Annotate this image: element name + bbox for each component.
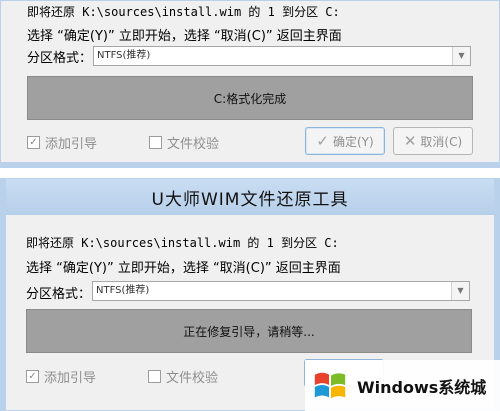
add-boot-checkbox[interactable]: ✓ 添加引导 bbox=[27, 133, 97, 152]
dropdown-arrow-icon[interactable]: ▼ bbox=[451, 282, 469, 300]
add-boot-checkbox[interactable]: ✓ 添加引导 bbox=[26, 367, 96, 386]
checkmark-icon: ✓ bbox=[27, 136, 40, 149]
cancel-button[interactable]: ✕ 取消(C) bbox=[393, 127, 473, 155]
checkmark-icon: ✓ bbox=[26, 370, 39, 383]
window-title: U大师WIM文件还原工具 bbox=[151, 189, 349, 210]
empty-checkbox-icon bbox=[149, 136, 162, 149]
checkmark-icon: ✓ bbox=[316, 132, 329, 150]
status-text: 正在修复引导，请稍等... bbox=[183, 324, 315, 339]
instruction-line: 选择 “确定(Y)” 立即开始，选择 “取消(C)” 返回主界面 bbox=[27, 29, 342, 44]
partition-format-label: 分区格式： bbox=[27, 51, 93, 66]
add-boot-label: 添加引导 bbox=[44, 371, 97, 386]
ok-button[interactable]: ✓ 确定(Y) bbox=[305, 127, 385, 155]
ok-button-label: 确定(Y) bbox=[332, 134, 374, 149]
file-verify-checkbox[interactable]: 文件校验 bbox=[149, 133, 219, 152]
partition-format-select[interactable]: NTFS(推荐) ▼ bbox=[92, 281, 470, 301]
watermark-text: Windows系统城 bbox=[357, 377, 487, 397]
status-text: C:格式化完成 bbox=[213, 91, 287, 106]
partition-format-value: NTFS(推荐) bbox=[97, 50, 151, 61]
file-verify-label: 文件校验 bbox=[166, 371, 219, 386]
partition-format-value: NTFS(推荐) bbox=[96, 285, 150, 296]
cross-icon: ✕ bbox=[403, 132, 417, 150]
windows-logo-icon bbox=[314, 372, 346, 398]
window-titlebar[interactable]: U大师WIM文件还原工具 bbox=[6, 179, 494, 215]
watermark: Windows系统城 bbox=[305, 360, 500, 411]
file-verify-checkbox[interactable]: 文件校验 bbox=[148, 367, 218, 386]
instruction-line: 选择 “确定(Y)” 立即开始，选择 “取消(C)” 返回主界面 bbox=[26, 261, 341, 276]
status-bar: 正在修复引导，请稍等... bbox=[26, 309, 472, 353]
empty-checkbox-icon bbox=[148, 370, 161, 383]
top-dialog: 即将还原 K:\sources\install.wim 的 1 到分区 C: 选… bbox=[0, 0, 500, 168]
restore-info-line: 即将还原 K:\sources\install.wim 的 1 到分区 C: bbox=[26, 236, 339, 250]
partition-format-label: 分区格式： bbox=[26, 287, 92, 302]
file-verify-label: 文件校验 bbox=[167, 137, 220, 152]
dropdown-arrow-icon[interactable]: ▼ bbox=[452, 47, 470, 65]
status-bar: C:格式化完成 bbox=[27, 76, 473, 120]
add-boot-label: 添加引导 bbox=[45, 137, 98, 152]
partition-format-select[interactable]: NTFS(推荐) ▼ bbox=[93, 46, 471, 66]
restore-info-line: 即将还原 K:\sources\install.wim 的 1 到分区 C: bbox=[27, 5, 340, 19]
cancel-button-label: 取消(C) bbox=[420, 134, 463, 149]
